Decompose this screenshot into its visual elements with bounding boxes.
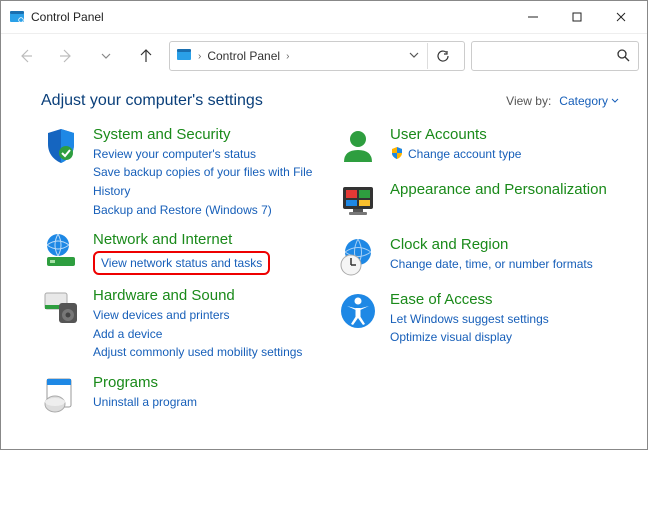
- recent-dropdown[interactable]: [89, 41, 123, 71]
- category-network-internet: Network and Internet View network status…: [41, 231, 322, 275]
- network-icon: [41, 231, 81, 275]
- task-link[interactable]: Change account type: [408, 145, 521, 164]
- task-link[interactable]: Backup and Restore (Windows 7): [93, 201, 322, 220]
- window-icon: [9, 9, 25, 25]
- control-panel-window: Control Panel › C: [0, 0, 648, 450]
- up-button[interactable]: [129, 41, 163, 71]
- task-link[interactable]: View devices and printers: [93, 306, 302, 325]
- category-ease-of-access: Ease of Access Let Windows suggest setti…: [338, 291, 619, 347]
- chevron-right-icon: ›: [198, 51, 201, 62]
- category-link[interactable]: Appearance and Personalization: [390, 181, 607, 200]
- category-link[interactable]: Network and Internet: [93, 231, 270, 250]
- content-area: Adjust your computer's settings View by:…: [1, 78, 647, 449]
- category-appearance-personalization: Appearance and Personalization: [338, 181, 619, 224]
- category-link[interactable]: User Accounts: [390, 126, 521, 145]
- search-icon: [616, 48, 630, 65]
- accessibility-icon: [338, 291, 378, 347]
- view-by-control: View by: Category: [506, 94, 619, 108]
- task-link[interactable]: Add a device: [93, 325, 302, 344]
- category-link[interactable]: System and Security: [93, 126, 322, 145]
- address-dropdown[interactable]: [409, 49, 419, 63]
- category-link[interactable]: Clock and Region: [390, 236, 593, 255]
- view-by-label: View by:: [506, 94, 551, 108]
- titlebar: Control Panel: [1, 1, 647, 34]
- category-link[interactable]: Ease of Access: [390, 291, 549, 310]
- refresh-button[interactable]: [427, 43, 458, 69]
- uac-shield-icon: [390, 146, 404, 163]
- address-bar[interactable]: › Control Panel ›: [169, 41, 465, 71]
- category-system-security: System and Security Review your computer…: [41, 126, 322, 219]
- chevron-down-icon: [611, 97, 619, 105]
- chevron-right-icon: ›: [286, 51, 289, 62]
- task-link[interactable]: Let Windows suggest settings: [390, 310, 549, 329]
- task-link[interactable]: Adjust commonly used mobility settings: [93, 343, 302, 362]
- window-title: Control Panel: [31, 10, 104, 24]
- address-icon: [176, 47, 192, 66]
- minimize-button[interactable]: [511, 3, 555, 31]
- category-programs: Programs Uninstall a program: [41, 374, 322, 417]
- back-button[interactable]: [9, 41, 43, 71]
- page-title: Adjust your computer's settings: [41, 92, 263, 110]
- category-clock-region: Clock and Region Change date, time, or n…: [338, 236, 619, 279]
- task-link[interactable]: Uninstall a program: [93, 393, 197, 412]
- shield-icon: [41, 126, 81, 219]
- personalization-icon: [338, 181, 378, 224]
- close-button[interactable]: [599, 3, 643, 31]
- breadcrumb[interactable]: Control Panel: [207, 49, 280, 63]
- left-column: System and Security Review your computer…: [41, 126, 322, 429]
- clock-icon: [338, 236, 378, 279]
- hardware-icon: [41, 287, 81, 362]
- task-link[interactable]: Save backup copies of your files with Fi…: [93, 163, 322, 200]
- right-column: User Accounts Change account type: [338, 126, 619, 429]
- task-link[interactable]: Optimize visual display: [390, 328, 549, 347]
- view-by-dropdown[interactable]: Category: [559, 94, 619, 108]
- category-link[interactable]: Programs: [93, 374, 197, 393]
- category-hardware-sound: Hardware and Sound View devices and prin…: [41, 287, 322, 362]
- task-link[interactable]: Review your computer's status: [93, 145, 322, 164]
- task-link-highlighted[interactable]: View network status and tasks: [93, 251, 270, 276]
- category-link[interactable]: Hardware and Sound: [93, 287, 302, 306]
- task-link[interactable]: Change date, time, or number formats: [390, 255, 593, 274]
- navbar: › Control Panel ›: [1, 34, 647, 78]
- forward-button[interactable]: [49, 41, 83, 71]
- search-input[interactable]: [471, 41, 639, 71]
- maximize-button[interactable]: [555, 3, 599, 31]
- programs-icon: [41, 374, 81, 417]
- category-user-accounts: User Accounts Change account type: [338, 126, 619, 169]
- user-icon: [338, 126, 378, 169]
